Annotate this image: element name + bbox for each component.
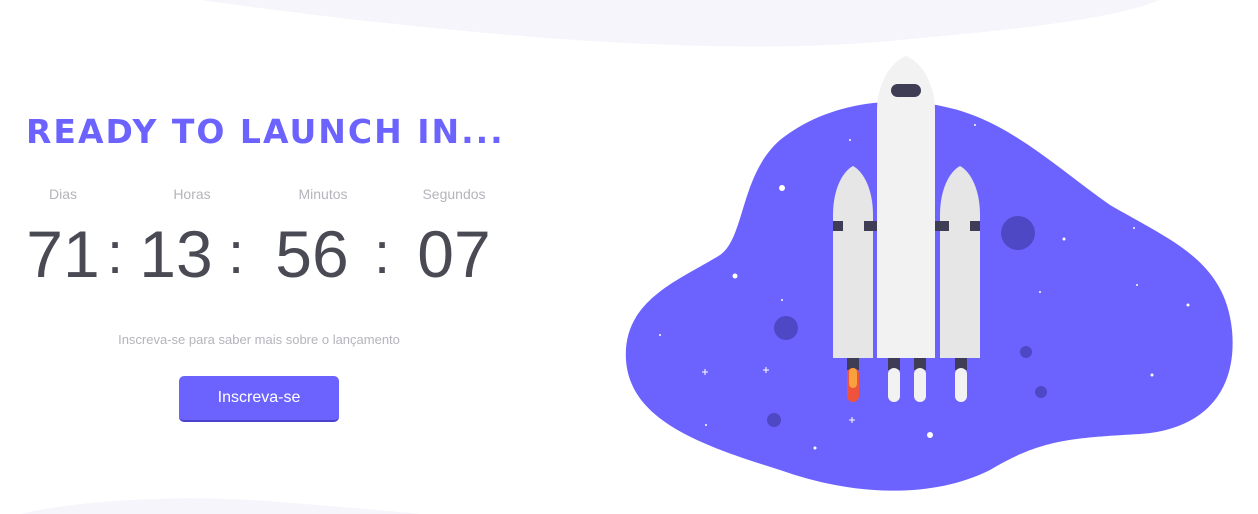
countdown-labels: Dias Horas Minutos Segundos (0, 186, 540, 206)
signup-text: Inscreva-se para saber mais sobre o lanç… (118, 332, 400, 347)
minutes-label: Minutos (298, 186, 348, 202)
separator: : (227, 221, 245, 286)
page-title: READY TO LAUNCH IN... (26, 112, 505, 151)
days-value: 71 (26, 217, 100, 291)
rocket-illustration (625, 56, 1233, 491)
separator: : (373, 221, 391, 286)
minutes-value: 56 (275, 217, 349, 291)
days-label: Dias (48, 186, 78, 202)
hours-value: 13 (139, 217, 213, 291)
countdown-timer: 71 : 13 : 56 : 07 (0, 214, 540, 294)
signup-button[interactable]: Inscreva-se (179, 376, 339, 422)
seconds-value: 07 (417, 217, 491, 291)
separator: : (106, 221, 124, 286)
seconds-label: Segundos (422, 186, 486, 202)
hours-label: Horas (173, 186, 211, 202)
